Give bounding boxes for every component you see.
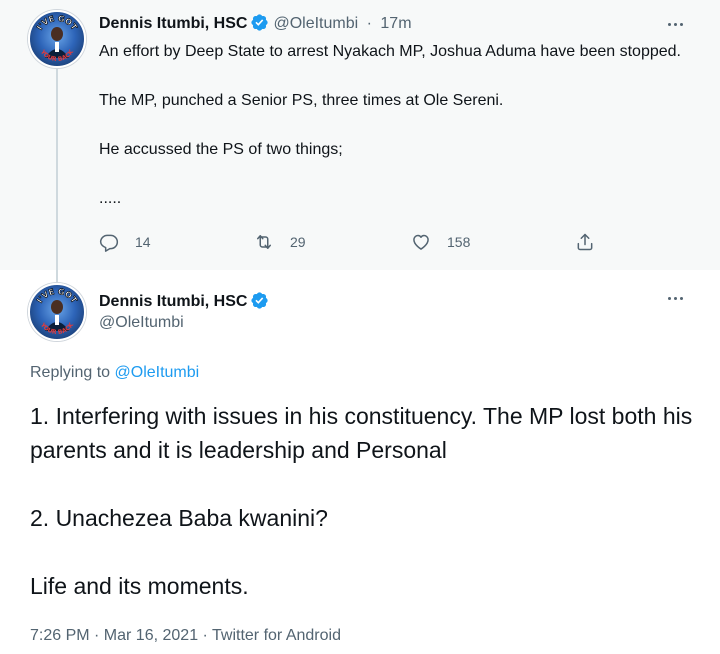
verified-badge-icon xyxy=(251,14,269,31)
tweet-header: Dennis Itumbi, HSC @OleItumbi · 17m xyxy=(99,13,412,33)
replying-to: Replying to @OleItumbi xyxy=(30,364,199,382)
tweet-meta[interactable]: 7:26 PM · Mar 16, 2021 · Twitter for And… xyxy=(30,627,341,645)
author-name[interactable]: Dennis Itumbi, HSC xyxy=(99,15,247,32)
retweet-icon xyxy=(257,235,271,249)
tweet-paragraph: 1. Interfering with issues in his consti… xyxy=(30,403,693,463)
avatar[interactable]: I'VE GOT YOUR BACK xyxy=(28,283,86,341)
reply-icon xyxy=(99,234,119,252)
tweet-text: An effort by Deep State to arrest Nyakac… xyxy=(99,40,689,210)
tweet-text: 1. Interfering with issues in his consti… xyxy=(30,399,700,603)
share-button[interactable] xyxy=(575,232,611,252)
reply-count: 14 xyxy=(135,234,151,250)
verified-badge-icon xyxy=(251,292,269,309)
tweet-actions: 14 29 158 xyxy=(99,232,619,258)
tweet-timestamp[interactable]: 17m xyxy=(380,15,411,32)
tweet-paragraph: The MP, punched a Senior PS, three times… xyxy=(99,92,504,109)
thread-tweet[interactable]: I'VE GOT YOUR BACK Dennis Itumbi, HSC @Ol… xyxy=(0,0,720,286)
tweet-header: Dennis Itumbi, HSC xyxy=(99,291,269,311)
tweet-paragraph: 2. Unachezea Baba kwanini? xyxy=(30,505,328,531)
avatar-image: I'VE GOT YOUR BACK xyxy=(35,287,80,337)
tweet-paragraph: Life and its moments. xyxy=(30,573,249,599)
retweet-button[interactable]: 29 xyxy=(254,232,306,252)
avatar[interactable]: I'VE GOT YOUR BACK xyxy=(28,10,86,68)
like-button[interactable]: 158 xyxy=(411,232,470,252)
more-options-icon[interactable] xyxy=(666,16,690,36)
author-name[interactable]: Dennis Itumbi, HSC xyxy=(99,293,247,310)
reply-button[interactable]: 14 xyxy=(99,232,151,252)
like-count: 158 xyxy=(447,234,471,250)
tweet-paragraph: An effort by Deep State to arrest Nyakac… xyxy=(99,43,681,60)
retweet-count: 29 xyxy=(290,234,306,250)
separator-dot: · xyxy=(366,15,372,32)
replying-to-link[interactable]: @OleItumbi xyxy=(115,364,200,381)
like-icon xyxy=(413,234,429,250)
tweet-paragraph: He accussed the PS of two things; xyxy=(99,141,343,158)
replying-prefix: Replying to xyxy=(30,364,111,381)
thread-connector-line xyxy=(56,66,58,286)
author-handle[interactable]: @OleItumbi xyxy=(273,15,358,32)
avatar-image: I'VE GOT YOUR BACK xyxy=(35,14,80,64)
share-icon xyxy=(577,233,593,251)
author-handle[interactable]: @OleItumbi xyxy=(99,314,184,332)
tweet-paragraph: ..... xyxy=(99,190,122,207)
more-options-icon[interactable] xyxy=(666,290,690,310)
